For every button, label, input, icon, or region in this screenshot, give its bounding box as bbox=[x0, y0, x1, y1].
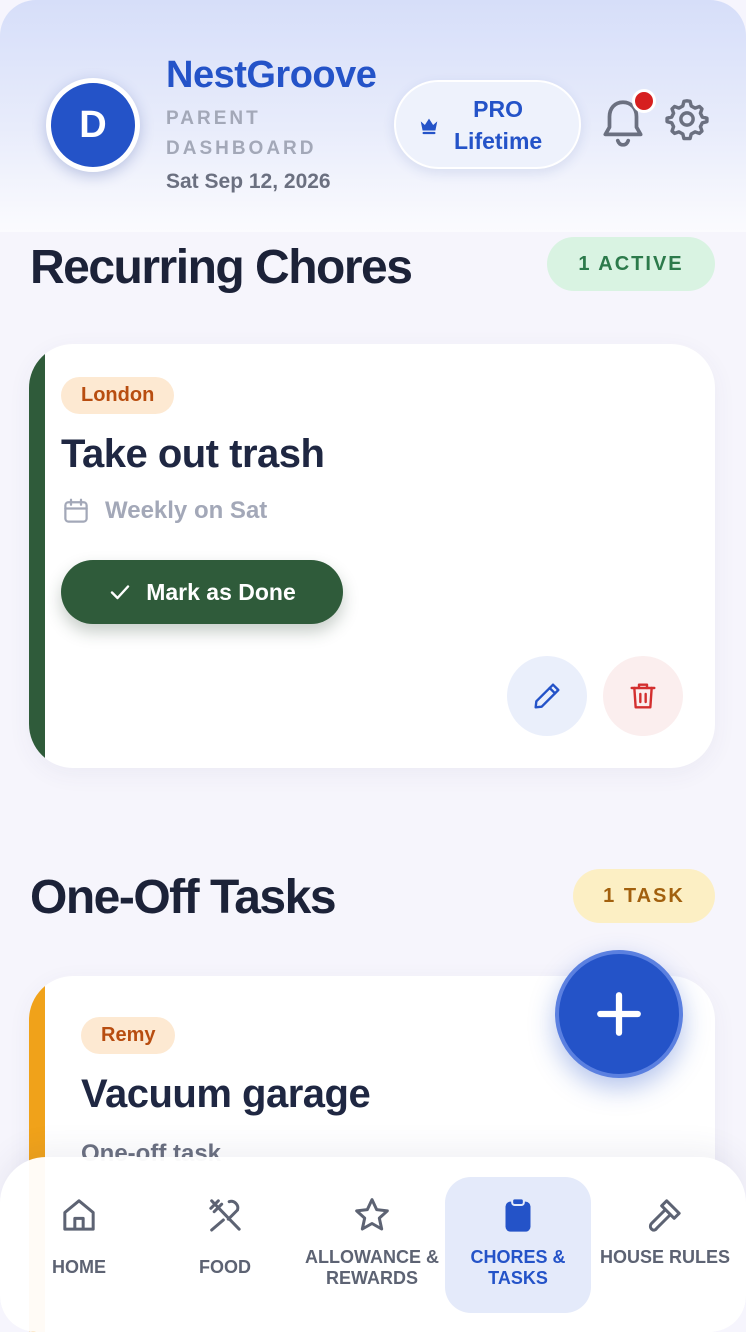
check-icon bbox=[111, 585, 130, 600]
pro-badge-label: PRO Lifetime bbox=[454, 93, 542, 157]
current-date: Sat Sep 12, 2026 bbox=[166, 170, 331, 193]
schedule-text: Weekly on Sat bbox=[105, 497, 268, 524]
nav-food[interactable]: FOOD bbox=[152, 1177, 298, 1313]
task-title: Vacuum garage bbox=[81, 1072, 371, 1116]
calendar-icon bbox=[64, 498, 88, 523]
nav-house-rules[interactable]: HOUSE RULES bbox=[592, 1177, 738, 1313]
active-count-badge: 1 ACTIVE bbox=[547, 237, 715, 291]
chore-title: Take out trash bbox=[61, 432, 325, 476]
plus-icon bbox=[597, 992, 641, 1036]
delete-button[interactable] bbox=[603, 656, 683, 736]
add-button[interactable] bbox=[555, 950, 683, 1078]
gavel-icon bbox=[648, 1199, 681, 1232]
mark-as-done-label: Mark as Done bbox=[146, 578, 296, 605]
chore-card[interactable]: London Take out trash Weekly on Sat Mark… bbox=[29, 344, 715, 768]
role-line-2: DASHBOARD bbox=[166, 138, 317, 159]
pro-line-2: Lifetime bbox=[454, 127, 543, 154]
nav-home[interactable]: HOME bbox=[6, 1177, 152, 1313]
assignee-tag: Remy bbox=[81, 1017, 176, 1054]
edit-button[interactable] bbox=[507, 656, 587, 736]
header: D NestGroove PARENT DASHBOARD Sat Sep 12… bbox=[0, 0, 746, 232]
pencil-icon bbox=[534, 683, 560, 709]
utensils-icon bbox=[209, 1199, 241, 1232]
app-title: NestGroove bbox=[166, 54, 377, 96]
nav-allowance-rewards[interactable]: ALLOWANCE & REWARDS bbox=[299, 1177, 445, 1313]
app-screen: D NestGroove PARENT DASHBOARD Sat Sep 12… bbox=[0, 0, 746, 1332]
nav-food-label: FOOD bbox=[199, 1257, 251, 1277]
bottom-nav: HOME FOOD ALLOWANCE & REWARDS CHORES & T… bbox=[0, 1157, 746, 1332]
clipboard-icon bbox=[505, 1197, 531, 1232]
assignee-tag: London bbox=[61, 377, 175, 414]
nav-chores-tasks[interactable]: CHORES & TASKS bbox=[445, 1177, 591, 1313]
nav-house-rules-label: HOUSE RULES bbox=[599, 1247, 731, 1267]
pro-badge[interactable]: PRO Lifetime bbox=[394, 80, 581, 169]
pro-line-1: PRO bbox=[473, 95, 524, 122]
nav-chores-label: CHORES & TASKS bbox=[470, 1247, 566, 1288]
avatar[interactable]: D bbox=[46, 78, 140, 172]
nav-allowance-label: ALLOWANCE & REWARDS bbox=[305, 1247, 439, 1288]
home-icon bbox=[63, 1199, 95, 1231]
notification-dot bbox=[632, 89, 656, 113]
star-icon bbox=[355, 1198, 389, 1231]
chore-schedule: Weekly on Sat bbox=[61, 496, 267, 526]
recurring-chores-title: Recurring Chores bbox=[30, 241, 413, 294]
one-off-tasks-title: One-Off Tasks bbox=[30, 871, 337, 924]
gear-icon[interactable] bbox=[664, 96, 710, 142]
mark-as-done-button[interactable]: Mark as Done bbox=[61, 560, 343, 624]
crown-icon bbox=[420, 118, 438, 134]
chore-card-strip bbox=[29, 344, 45, 768]
nav-home-label: HOME bbox=[52, 1257, 106, 1277]
dashboard-label: PARENT DASHBOARD bbox=[166, 104, 346, 164]
task-count-badge: 1 TASK bbox=[573, 869, 715, 923]
role-line-1: PARENT bbox=[166, 108, 261, 129]
trash-icon bbox=[630, 683, 656, 709]
